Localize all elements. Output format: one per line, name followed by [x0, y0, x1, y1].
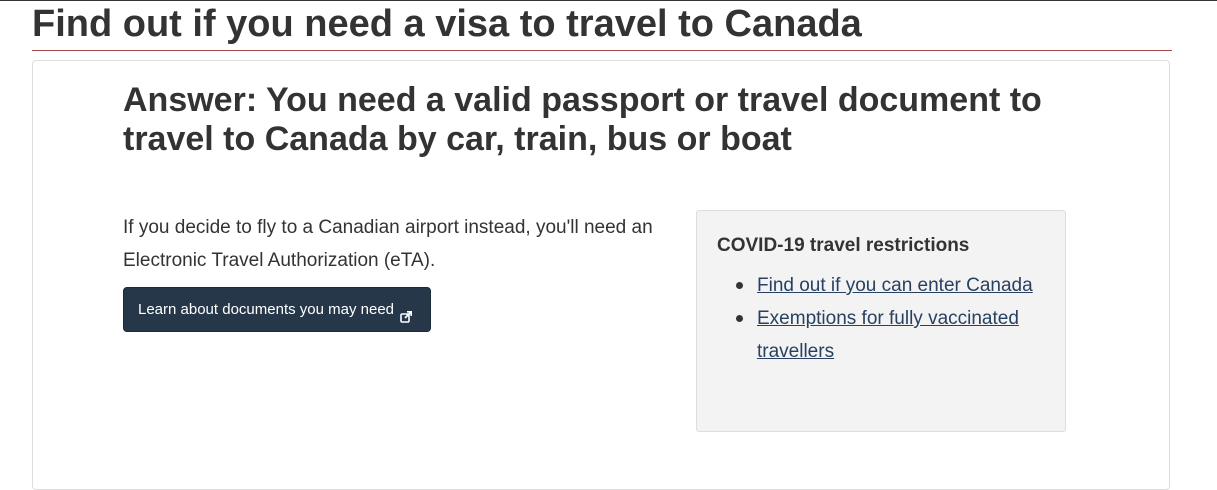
- learn-documents-button-label: Learn about documents you may need: [138, 301, 395, 318]
- list-item: Find out if you can enter Canada: [717, 269, 1037, 302]
- covid-restrictions-box: COVID-19 travel restrictions Find out if…: [696, 210, 1066, 432]
- vaccinated-exemptions-link[interactable]: Exemptions for fully vaccinated travelle…: [757, 308, 1019, 362]
- top-border: [0, 0, 1217, 1]
- answer-heading: Answer: You need a valid passport or tra…: [123, 81, 1042, 158]
- title-divider: [32, 50, 1172, 51]
- learn-documents-button[interactable]: Learn about documents you may need: [123, 287, 431, 332]
- answer-panel: Answer: You need a valid passport or tra…: [32, 60, 1170, 490]
- page-title: Find out if you need a visa to travel to…: [32, 3, 862, 45]
- enter-canada-link[interactable]: Find out if you can enter Canada: [757, 275, 1033, 296]
- eta-intro-text: If you decide to fly to a Canadian airpo…: [123, 217, 653, 271]
- bullet-icon: [736, 282, 743, 289]
- bullet-icon: [736, 315, 743, 322]
- covid-restrictions-title: COVID-19 travel restrictions: [717, 235, 970, 256]
- list-item: Exemptions for fully vaccinated travelle…: [717, 302, 1037, 368]
- covid-links-list: Find out if you can enter Canada Exempti…: [717, 269, 1037, 368]
- external-link-icon: [400, 297, 413, 340]
